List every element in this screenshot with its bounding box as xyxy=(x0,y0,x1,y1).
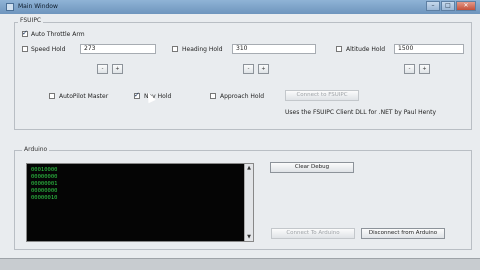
auto-throttle-label: Auto Throttle Arm xyxy=(31,31,85,38)
auto-throttle-checkbox[interactable] xyxy=(22,29,28,37)
autopilot-master-checkbox[interactable] xyxy=(49,93,55,99)
title-bar[interactable]: Main Window – □ ✕ xyxy=(0,0,480,14)
altitude-decrement-button[interactable]: - xyxy=(404,64,415,74)
heading-hold-checkbox[interactable] xyxy=(172,46,178,52)
scroll-down-icon[interactable]: ▼ xyxy=(245,233,253,241)
window-controls: – □ ✕ xyxy=(426,1,476,11)
altitude-hold-checkbox[interactable] xyxy=(336,46,342,52)
console-scrollbar[interactable]: ▲ ▼ xyxy=(244,164,253,241)
maximize-button[interactable]: □ xyxy=(441,1,455,11)
window-title: Main Window xyxy=(18,3,58,10)
altitude-hold-label: Altitude Hold xyxy=(346,46,386,53)
heading-decrement-button[interactable]: - xyxy=(243,64,254,74)
connect-arduino-button[interactable]: Connect To Arduino xyxy=(271,228,355,239)
speed-decrement-button[interactable]: - xyxy=(97,64,108,74)
autopilot-master-label: AutoPilot Master xyxy=(59,93,109,100)
main-window: Main Window – □ ✕ FSUIPC Auto Throttle A… xyxy=(0,0,480,270)
fsuipc-group-label: FSUIPC xyxy=(18,17,44,24)
heading-hold-input[interactable]: 310 xyxy=(232,44,316,54)
speed-increment-button[interactable]: + xyxy=(112,64,123,74)
console-line: 00000000 xyxy=(31,188,58,194)
altitude-increment-button[interactable]: + xyxy=(419,64,430,74)
app-icon xyxy=(6,3,14,11)
console-line: 00000000 xyxy=(31,174,58,180)
close-button[interactable]: ✕ xyxy=(456,1,476,11)
heading-increment-button[interactable]: + xyxy=(258,64,269,74)
connect-fsuipc-button[interactable]: Connect to FSUIPC xyxy=(285,90,359,101)
speed-hold-input[interactable]: 273 xyxy=(80,44,156,54)
speed-hold-checkbox[interactable] xyxy=(22,46,28,52)
console-line: 00000010 xyxy=(31,195,58,201)
nav-hold-checkbox[interactable] xyxy=(134,91,140,99)
fsuipc-credit-text: Uses the FSUIPC Client DLL for .NET by P… xyxy=(285,109,437,116)
clear-debug-button[interactable]: Clear Debug xyxy=(270,162,354,173)
disconnect-arduino-button[interactable]: Disconnect from Arduino xyxy=(361,228,445,239)
arduino-debug-console[interactable]: 00010000 00000000 00000001 00000000 0000… xyxy=(26,163,254,242)
altitude-hold-input[interactable]: 1500 xyxy=(394,44,464,54)
speed-hold-label: Speed Hold xyxy=(31,46,66,53)
approach-hold-checkbox[interactable] xyxy=(210,93,216,99)
minimize-button[interactable]: – xyxy=(426,1,440,11)
arduino-group-label: Arduino xyxy=(22,146,50,153)
heading-hold-label: Heading Hold xyxy=(182,46,223,53)
console-line: 00000001 xyxy=(31,181,58,187)
scroll-up-icon[interactable]: ▲ xyxy=(245,164,253,172)
taskbar xyxy=(0,258,480,270)
approach-hold-label: Approach Hold xyxy=(220,93,265,100)
console-line: 00010000 xyxy=(31,167,58,173)
